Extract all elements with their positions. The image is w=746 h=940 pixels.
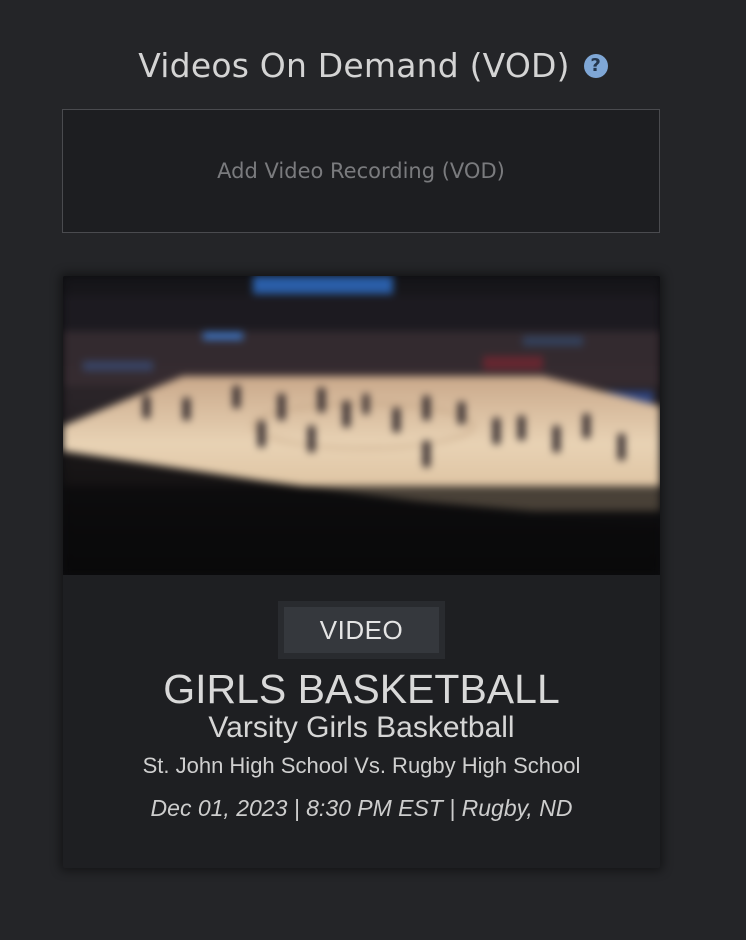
vod-card[interactable]: VIDEO GIRLS BASKETBALL Varsity Girls Bas…: [63, 276, 660, 868]
team-name: Varsity Girls Basketball: [208, 711, 515, 744]
matchup: St. John High School Vs. Rugby High Scho…: [142, 753, 581, 778]
section-header: Videos On Demand (VOD)?: [0, 44, 746, 85]
section-title: Videos On Demand (VOD): [138, 46, 570, 85]
video-badge: VIDEO: [278, 601, 445, 659]
video-thumbnail[interactable]: [63, 276, 660, 575]
event-date-time-location: Dec 01, 2023 | 8:30 PM EST | Rugby, ND: [150, 795, 573, 821]
add-video-recording-label: Add Video Recording (VOD): [217, 159, 505, 183]
sport-title: GIRLS BASKETBALL: [163, 666, 560, 712]
arena-image: [63, 276, 660, 575]
add-video-recording-button[interactable]: Add Video Recording (VOD): [62, 109, 660, 233]
card-details: VIDEO GIRLS BASKETBALL Varsity Girls Bas…: [63, 575, 660, 868]
video-badge-label: VIDEO: [319, 614, 404, 645]
question-circle-icon[interactable]: ?: [583, 53, 608, 78]
